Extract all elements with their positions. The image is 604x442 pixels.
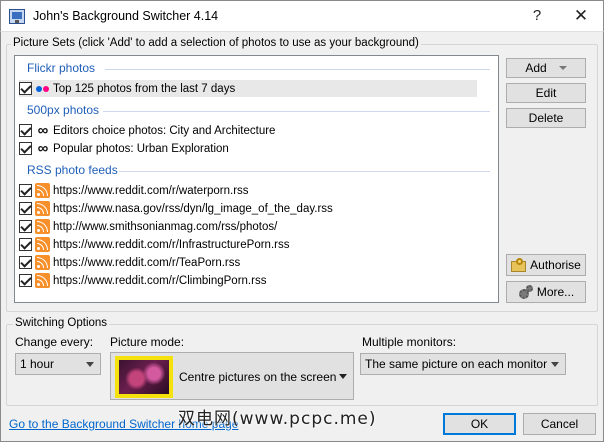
chevron-down-icon [86, 362, 94, 367]
close-button[interactable]: ✕ [568, 5, 594, 27]
category-divider [105, 69, 490, 70]
help-button[interactable]: ? [524, 5, 550, 27]
item-checkbox[interactable] [19, 142, 32, 155]
add-button-label: Add [525, 61, 547, 75]
list-item[interactable]: https://www.reddit.com/r/ClimbingPorn.rs… [19, 272, 266, 289]
ok-button[interactable]: OK [443, 413, 516, 435]
item-checkbox[interactable] [19, 238, 32, 251]
picture-mode-select[interactable]: Centre pictures on the screen [110, 352, 354, 400]
key-icon [511, 258, 527, 272]
item-checkbox[interactable] [19, 184, 32, 197]
add-button[interactable]: Add [506, 58, 586, 78]
list-item-label: https://www.reddit.com/r/InfrastructureP… [53, 238, 290, 251]
title-bar: John's Background Switcher 4.14 ? ✕ [0, 0, 604, 31]
category-divider [119, 171, 490, 172]
picture-mode-thumbnail [115, 356, 173, 398]
item-checkbox[interactable] [19, 274, 32, 287]
chevron-down-icon [558, 66, 567, 70]
category-500px: 500px photos [27, 103, 100, 117]
list-item[interactable]: https://www.reddit.com/r/TeaPorn.rss [19, 254, 240, 271]
window-title: John's Background Switcher 4.14 [33, 9, 219, 23]
multiple-monitors-label: Multiple monitors: [362, 335, 457, 349]
chevron-down-icon [551, 362, 559, 367]
list-item-label: https://www.reddit.com/r/waterporn.rss [53, 184, 249, 197]
multiple-monitors-select[interactable]: The same picture on each monitor [360, 353, 566, 375]
gear-icon [518, 284, 534, 300]
picture-mode-value: Centre pictures on the screen [179, 370, 337, 384]
list-item[interactable]: http://www.smithsonianmag.com/rss/photos… [19, 218, 277, 235]
list-item[interactable]: Top 125 photos from the last 7 days [19, 80, 477, 97]
authorise-button[interactable]: Authorise [506, 254, 586, 276]
change-every-value: 1 hour [20, 357, 55, 371]
list-item[interactable]: ∞ Editors choice photos: City and Archit… [19, 122, 275, 139]
change-every-select[interactable]: 1 hour [15, 353, 101, 375]
infinity-icon: ∞ [37, 139, 49, 157]
multiple-monitors-value: The same picture on each monitor [365, 357, 548, 371]
category-divider [103, 111, 490, 112]
authorise-button-label: Authorise [530, 258, 581, 272]
rss-icon [35, 201, 50, 216]
more-button-label: More... [536, 285, 575, 299]
cancel-button[interactable]: Cancel [523, 413, 596, 435]
picture-mode-label: Picture mode: [110, 335, 185, 349]
flickr-icon [35, 82, 51, 96]
delete-button[interactable]: Delete [506, 108, 586, 128]
watermark-text: 双电网(www.pcpc.me) [178, 409, 377, 429]
change-every-label: Change every: [15, 335, 94, 349]
list-item-label: https://www.reddit.com/r/ClimbingPorn.rs… [53, 274, 267, 287]
chevron-down-icon [339, 374, 347, 379]
list-item-label: https://www.reddit.com/r/TeaPorn.rss [53, 256, 241, 269]
item-checkbox[interactable] [19, 220, 32, 233]
rss-icon [35, 183, 50, 198]
rss-icon [35, 255, 50, 270]
list-item-label: Editors choice photos: City and Architec… [53, 124, 276, 137]
category-flickr: Flickr photos [27, 61, 96, 75]
list-item[interactable]: ∞ Popular photos: Urban Exploration [19, 140, 229, 157]
item-checkbox[interactable] [19, 82, 32, 95]
list-item-label: https://www.nasa.gov/rss/dyn/lg_image_of… [53, 202, 333, 215]
list-item-label: Top 125 photos from the last 7 days [53, 82, 236, 95]
infinity-icon: ∞ [37, 121, 49, 139]
rss-icon [35, 219, 50, 234]
list-item-label: http://www.smithsonianmag.com/rss/photos… [53, 220, 278, 233]
picture-sets-group-title: Picture Sets (click 'Add' to add a selec… [11, 37, 421, 49]
list-item[interactable]: https://www.reddit.com/r/waterporn.rss [19, 182, 249, 199]
list-item-label: Popular photos: Urban Exploration [53, 142, 229, 155]
picture-sets-list[interactable]: Flickr photos Top 125 photos from the la… [14, 55, 499, 303]
switching-options-group-title: Switching Options [13, 317, 110, 329]
rss-icon [35, 273, 50, 288]
item-checkbox[interactable] [19, 202, 32, 215]
edit-button[interactable]: Edit [506, 83, 586, 103]
item-checkbox[interactable] [19, 124, 32, 137]
rss-icon [35, 237, 50, 252]
item-checkbox[interactable] [19, 256, 32, 269]
list-item[interactable]: https://www.reddit.com/r/InfrastructureP… [19, 236, 289, 253]
app-monitor-icon [9, 9, 25, 24]
more-button[interactable]: More... [506, 281, 586, 303]
category-rss: RSS photo feeds [27, 163, 118, 177]
list-item[interactable]: https://www.nasa.gov/rss/dyn/lg_image_of… [19, 200, 333, 217]
